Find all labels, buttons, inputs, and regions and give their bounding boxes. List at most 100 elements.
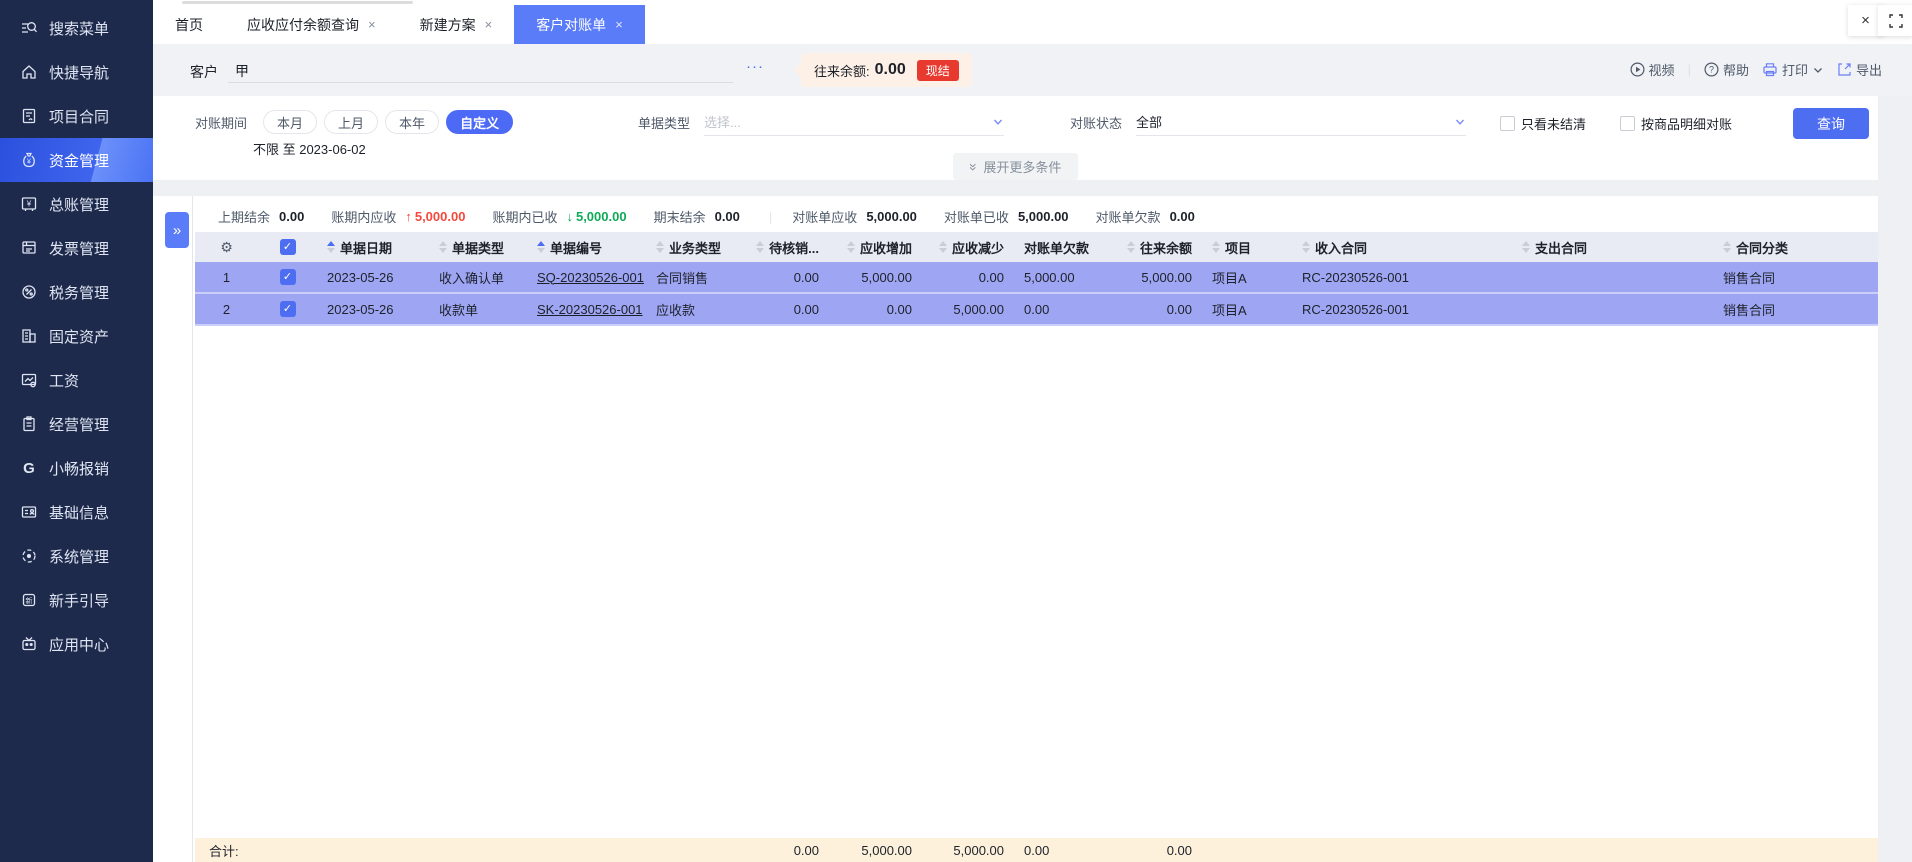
expand-more-label: 展开更多条件 bbox=[983, 160, 1062, 175]
help-button[interactable]: ? 帮助 bbox=[1704, 60, 1749, 79]
sort-icon[interactable] bbox=[656, 241, 664, 253]
column-header-balance[interactable]: 往来余额 bbox=[1107, 232, 1202, 262]
column-header-contract-category[interactable]: 合同分类 bbox=[1713, 232, 1878, 262]
sidebar-item-newbie-guide[interactable]: 新 新手引导 bbox=[0, 578, 153, 622]
tab-close-icon[interactable]: × bbox=[615, 17, 623, 32]
gear-icon[interactable]: ⚙ bbox=[220, 239, 233, 256]
period-pill-自定义[interactable]: 自定义 bbox=[446, 110, 514, 134]
cell-doc-no[interactable]: SQ-20230526-001 bbox=[527, 262, 646, 292]
table-row[interactable]: 1 ✓ 2023-05-26 收入确认单 SQ-20230526-001 合同销售 0.00… bbox=[195, 262, 1878, 294]
sort-icon[interactable] bbox=[439, 241, 447, 253]
column-header-recv-increase[interactable]: 应收增加 bbox=[829, 232, 922, 262]
doc-type-select[interactable]: 选择... bbox=[704, 112, 1005, 136]
sidebar-item-quick-nav[interactable]: 快捷导航 bbox=[0, 50, 153, 94]
tab-new-plan[interactable]: 新建方案 × bbox=[398, 5, 515, 44]
sort-icon[interactable] bbox=[537, 241, 545, 253]
footer-cell-balance: 0.00 bbox=[1166, 842, 1192, 858]
fullscreen-button[interactable] bbox=[1878, 5, 1912, 36]
tab-receivable-balance-query[interactable]: 应收应付余额查询 × bbox=[225, 5, 398, 44]
status-label: 对账状态 bbox=[1070, 116, 1123, 131]
column-header-gear[interactable]: ⚙ bbox=[195, 232, 258, 262]
cell-select[interactable]: ✓ bbox=[258, 262, 317, 292]
sidebar-item-label: 小畅报销 bbox=[49, 460, 110, 478]
expand-more-button[interactable]: » 展开更多条件 bbox=[952, 153, 1079, 180]
sidebar-item-tax-mgmt[interactable]: 税务管理 bbox=[0, 270, 153, 314]
column-header-expense-contract[interactable]: 支出合同 bbox=[1512, 232, 1713, 262]
column-header-select[interactable]: ✓ bbox=[258, 232, 317, 262]
customer-input[interactable] bbox=[228, 82, 733, 83]
sidebar: 搜索菜单 快捷导航 项目合同 ¥ 资金管理 ¥ 总账管理 发票管理 税务管理 固定资产 工资经营管理… bbox=[0, 0, 153, 862]
column-header-doc-type[interactable]: 单据类型 bbox=[429, 232, 527, 262]
sidebar-item-business-mgmt[interactable]: 经营管理 bbox=[0, 402, 153, 446]
sort-icon[interactable] bbox=[327, 241, 335, 253]
sidebar-item-base-info[interactable]: 基础信息 bbox=[0, 490, 153, 534]
doc-no-link[interactable]: SK-20230526-001 bbox=[537, 302, 643, 317]
sort-icon[interactable] bbox=[756, 241, 765, 253]
sidebar-item-project-contract[interactable]: 项目合同 bbox=[0, 94, 153, 138]
checkbox-unsettled[interactable]: 只看未结清 bbox=[1500, 114, 1586, 133]
top-scrollbar-thumb[interactable] bbox=[182, 1, 413, 4]
balance-label: 往来余额: bbox=[814, 63, 870, 79]
footer-cell-project bbox=[1202, 838, 1292, 862]
column-header-project[interactable]: 项目 bbox=[1202, 232, 1292, 262]
sidebar-item-label: 系统管理 bbox=[49, 548, 110, 566]
export-button[interactable]: 导出 bbox=[1837, 60, 1882, 79]
footer-cell-doc-no bbox=[527, 838, 646, 862]
column-label: 合同分类 bbox=[1736, 240, 1789, 256]
sidebar-item-search-menu[interactable]: 搜索菜单 bbox=[0, 6, 153, 50]
checkbox-by-goods[interactable]: 按商品明细对账 bbox=[1620, 114, 1732, 133]
sort-icon[interactable] bbox=[1522, 241, 1530, 253]
summary-value: ↑ 5,000.00 bbox=[405, 208, 466, 224]
row-checkbox[interactable]: ✓ bbox=[279, 269, 296, 285]
sidebar-item-fund-mgmt[interactable]: ¥ 资金管理 bbox=[0, 138, 153, 182]
table-row[interactable]: 2 ✓ 2023-05-26 收款单 SK-20230526-001 应收款 0.00 0.0… bbox=[195, 294, 1878, 326]
sidebar-item-salary[interactable]: 工资 bbox=[0, 358, 153, 402]
sidebar-item-general-ledger[interactable]: ¥ 总账管理 bbox=[0, 182, 153, 226]
select-all-checkbox[interactable]: ✓ bbox=[279, 239, 296, 255]
sidebar-item-invoice-mgmt[interactable]: 发票管理 bbox=[0, 226, 153, 270]
period-pill-本年[interactable]: 本年 bbox=[385, 110, 440, 134]
sort-icon[interactable] bbox=[1302, 241, 1310, 253]
tab-customer-statement[interactable]: 客户对账单 × bbox=[514, 5, 645, 44]
cell-select[interactable]: ✓ bbox=[258, 294, 317, 324]
tab-close-icon[interactable]: × bbox=[485, 17, 493, 32]
column-header-income-contract[interactable]: 收入合同 bbox=[1292, 232, 1512, 262]
row-checkbox[interactable]: ✓ bbox=[279, 301, 296, 317]
sidebar-item-xiaochang-expense[interactable]: G 小畅报销 bbox=[0, 446, 153, 490]
print-button[interactable]: 打印 bbox=[1762, 60, 1824, 79]
customer-more-button[interactable]: ··· bbox=[746, 58, 764, 75]
sidebar-item-app-center[interactable]: 应用中心 bbox=[0, 622, 153, 666]
statement-panel: » 上期结余 0.00 账期内应收 ↑ 5,000.00 账期内已收 ↓ 5,000.00 期末… bbox=[153, 196, 1878, 862]
column-header-pending-verify[interactable]: 待核销... bbox=[744, 232, 829, 262]
sort-icon[interactable] bbox=[1212, 241, 1220, 253]
sidebar-item-fixed-assets[interactable]: 固定资产 bbox=[0, 314, 153, 358]
video-button[interactable]: 视频 bbox=[1630, 60, 1675, 79]
filter-panel: 对账期间 本月 上月 本年 自定义 不限 至 2023-06-02 单据类型 选择..… bbox=[153, 96, 1878, 180]
column-header-biz-type[interactable]: 业务类型 bbox=[646, 232, 744, 262]
period-pill-上月[interactable]: 上月 bbox=[324, 110, 379, 134]
sort-icon[interactable] bbox=[1126, 241, 1135, 253]
sidebar-item-label: 新手引导 bbox=[49, 592, 110, 610]
doc-no-link[interactable]: SQ-20230526-001 bbox=[537, 270, 644, 285]
tab-home[interactable]: 首页 bbox=[153, 5, 225, 44]
sort-icon[interactable] bbox=[846, 241, 855, 253]
status-select[interactable]: 全部 bbox=[1136, 112, 1467, 136]
cell-doc-no[interactable]: SK-20230526-001 bbox=[527, 294, 646, 324]
cell-biz-type: 应收款 bbox=[656, 302, 696, 318]
tab-close-icon[interactable]: × bbox=[368, 17, 376, 32]
column-header-doc-no[interactable]: 单据编号 bbox=[527, 232, 646, 262]
search-button[interactable]: 查询 bbox=[1793, 108, 1869, 139]
sidebar-item-label: 经营管理 bbox=[49, 416, 110, 434]
guide-icon: 新 bbox=[20, 591, 38, 609]
expand-sidebar-button[interactable]: » bbox=[165, 212, 189, 248]
date-range-value[interactable]: 不限 至 2023-06-02 bbox=[253, 139, 366, 158]
sort-icon[interactable] bbox=[1723, 241, 1731, 253]
sidebar-item-system-mgmt[interactable]: 系统管理 bbox=[0, 534, 153, 578]
sort-icon[interactable] bbox=[938, 241, 947, 253]
column-header-doc-date[interactable]: 单据日期 bbox=[317, 232, 429, 262]
doc-type-placeholder: 选择... bbox=[704, 115, 741, 130]
period-pill-本月[interactable]: 本月 bbox=[263, 110, 318, 134]
video-icon bbox=[1630, 62, 1645, 77]
column-header-recv-decrease[interactable]: 应收减少 bbox=[922, 232, 1014, 262]
home-icon bbox=[20, 63, 38, 81]
